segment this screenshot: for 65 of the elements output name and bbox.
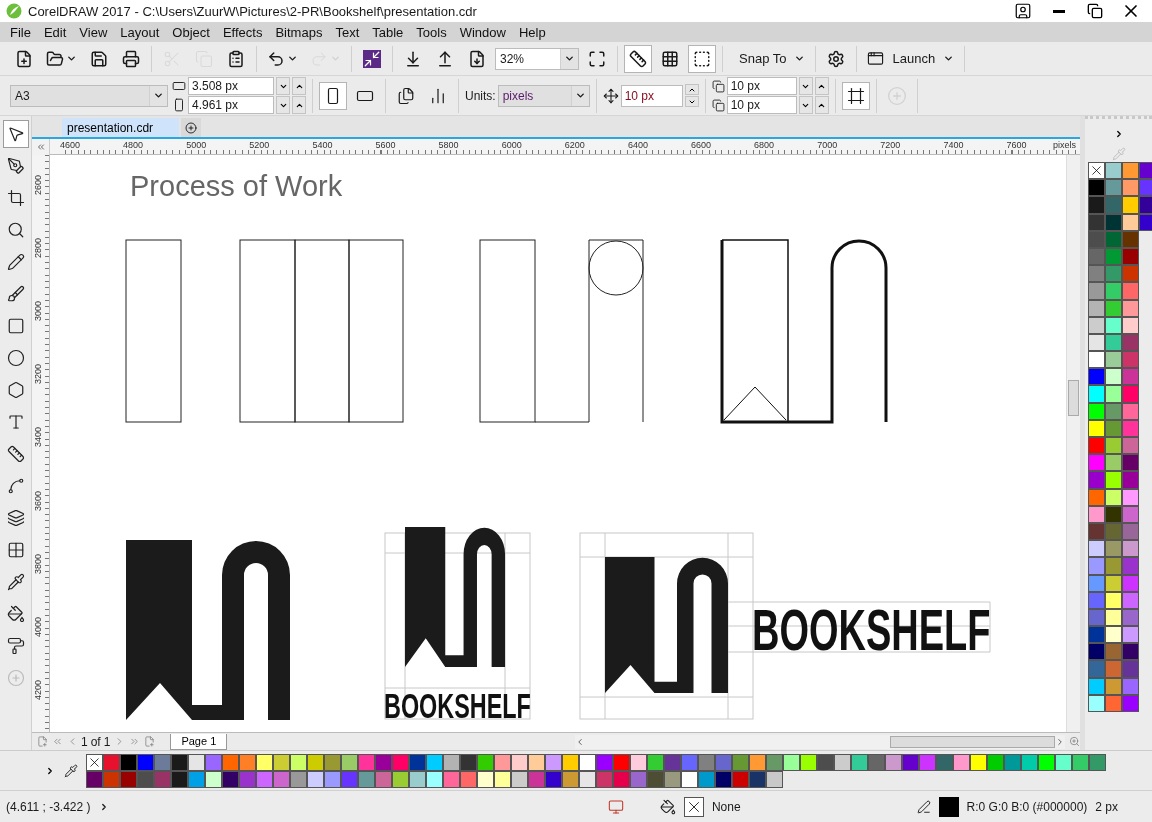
units-dropdown[interactable]: pixels bbox=[497, 84, 590, 107]
menu-item[interactable]: Table bbox=[366, 22, 411, 42]
ruler-number: 7200 bbox=[880, 140, 901, 150]
nudge-field[interactable]: 10 px bbox=[620, 84, 683, 107]
menu-item[interactable]: Object bbox=[166, 22, 217, 42]
menu-item[interactable]: Window bbox=[453, 22, 513, 42]
ruler-number: 3800 bbox=[33, 553, 43, 574]
ruler-number: 2600 bbox=[33, 174, 43, 195]
window-title: CorelDRAW 2017 - C:\Users\ZuurW\Pictures\2-PR\Bookshelf\presentation.cdr bbox=[28, 3, 478, 19]
ruler-number: 5000 bbox=[186, 140, 207, 150]
logo-wordmark: BOOKSHELF bbox=[752, 597, 991, 662]
ruler-unit: pixels bbox=[1053, 140, 1076, 150]
ruler-number: 6000 bbox=[501, 140, 522, 150]
vertical-ruler[interactable]: 2600 2800 3000 3200 3400 3600 3800 4000 4200 bbox=[32, 155, 50, 732]
duplicate-x-field[interactable]: 10 px bbox=[726, 77, 797, 95]
duplicate-y-field[interactable]: 10 px bbox=[726, 96, 797, 114]
ruler-number: 4600 bbox=[60, 140, 81, 150]
ruler-number: 4000 bbox=[33, 616, 43, 637]
page-size-dropdown[interactable]: A3 bbox=[10, 84, 168, 107]
outline-status: R:0 G:0 B:0 (#000000) bbox=[966, 799, 1088, 814]
ruler-number: 4200 bbox=[33, 679, 43, 700]
menu-item[interactable]: View bbox=[73, 22, 115, 42]
ruler-number: 2800 bbox=[33, 238, 43, 259]
outline-width: 2 px bbox=[1095, 799, 1118, 814]
zoom-dropdown[interactable]: 32% bbox=[495, 47, 579, 70]
page-tab[interactable]: Page 1 bbox=[170, 733, 228, 750]
document-tab[interactable]: presentation.cdr bbox=[62, 118, 180, 137]
ruler-number: 5800 bbox=[438, 140, 459, 150]
ruler-number: 7000 bbox=[817, 140, 838, 150]
ruler-number: 3000 bbox=[33, 301, 43, 322]
ruler-number: 7400 bbox=[943, 140, 964, 150]
launch-button[interactable]: Launch bbox=[863, 44, 959, 73]
ruler-number: 7600 bbox=[1006, 140, 1027, 150]
ruler-number: 4800 bbox=[123, 140, 144, 150]
snap-to-button[interactable]: Snap To bbox=[729, 44, 810, 73]
ruler-number: 6200 bbox=[564, 140, 585, 150]
ruler-number: 6400 bbox=[627, 140, 648, 150]
page-number: 1 bbox=[81, 734, 88, 749]
menu-item[interactable]: Edit bbox=[37, 22, 74, 42]
fill-status: None bbox=[711, 799, 741, 814]
ruler-number: 3400 bbox=[33, 427, 43, 448]
ruler-number: 6600 bbox=[691, 140, 712, 150]
page-count: 1 bbox=[103, 734, 111, 749]
page-of-label: of bbox=[90, 734, 101, 749]
height-field[interactable]: 4.961 px bbox=[188, 96, 274, 114]
menu-item[interactable]: Bitmaps bbox=[269, 22, 330, 42]
menu-item[interactable]: File bbox=[4, 22, 38, 42]
canvas-heading: Process of Work bbox=[130, 170, 343, 202]
units-label: Units: bbox=[465, 88, 496, 103]
menu-item[interactable]: Tools bbox=[410, 22, 454, 42]
ruler-number: 5400 bbox=[312, 140, 333, 150]
cursor-coordinates: (4.611 ; -3.422 ) bbox=[6, 799, 91, 814]
menu-item[interactable]: Help bbox=[512, 22, 553, 42]
menu-item[interactable]: Effects bbox=[216, 22, 270, 42]
drawing-canvas[interactable]: Process of Work BOOKSHELF BOOKSHELF bbox=[50, 155, 1066, 732]
ruler-number: 6800 bbox=[754, 140, 775, 150]
menu-item[interactable]: Layout bbox=[114, 22, 167, 42]
logo-wordmark: BOOKSHELF bbox=[384, 686, 531, 726]
ruler-number: 3600 bbox=[33, 490, 43, 511]
horizontal-ruler[interactable]: 4600 4800 5000 5200 5400 5600 5800 6000 6200 6400 6600 6800 7000 7200 7400 7600 pixels bbox=[50, 139, 1080, 155]
ruler-number: 3200 bbox=[33, 364, 43, 385]
width-field[interactable]: 3.508 px bbox=[188, 77, 274, 95]
ruler-number: 5200 bbox=[249, 140, 270, 150]
ruler-number: 5600 bbox=[375, 140, 396, 150]
menu-item[interactable]: Text bbox=[329, 22, 367, 42]
